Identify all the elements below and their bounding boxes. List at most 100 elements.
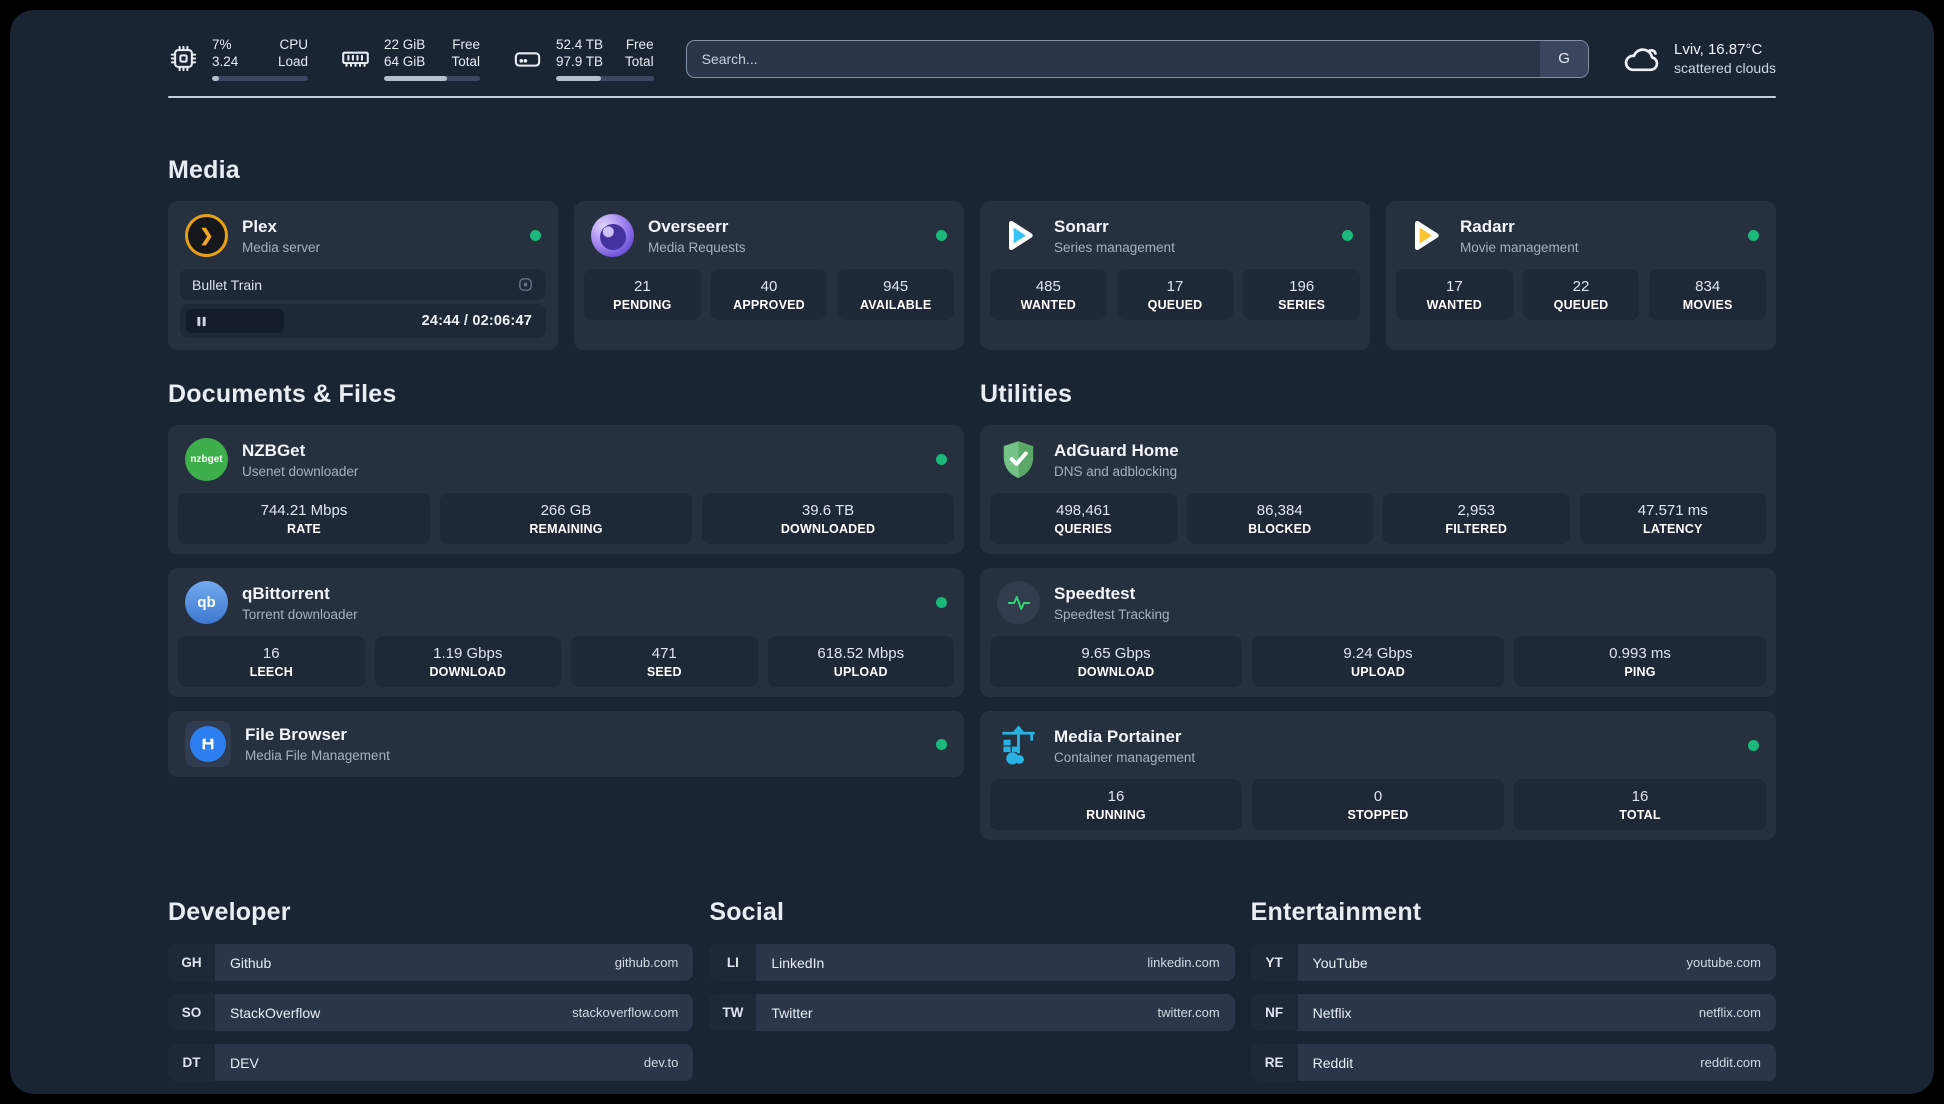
cpu-load-value: 3.24 bbox=[212, 54, 239, 69]
app-card-overseerr[interactable]: Overseerr Media Requests 21 PENDING 40 APP… bbox=[574, 201, 964, 350]
stat-queued: 17 QUEUED bbox=[1116, 269, 1234, 320]
bookmark-linkedin[interactable]: LI LinkedIn linkedin.com bbox=[709, 944, 1235, 981]
stat-download: 9.65 Gbps DOWNLOAD bbox=[990, 636, 1242, 687]
cpu-usage-value: 7% bbox=[212, 37, 232, 52]
app-name: Overseerr bbox=[648, 216, 729, 236]
weather-condition: scattered clouds bbox=[1674, 60, 1776, 76]
stat-approved: 40 APPROVED bbox=[710, 269, 828, 320]
now-playing-title: Bullet Train bbox=[192, 276, 263, 293]
media-grid: ❯ Plex Media server Bullet Train 24:44 /… bbox=[168, 201, 1776, 350]
dashboard: 7% 3.24 CPU Load 22 GiB 64 GiB Free Tota… bbox=[10, 10, 1934, 1094]
stat-movies: 834 MOVIES bbox=[1649, 269, 1767, 320]
portainer-icon bbox=[997, 724, 1040, 767]
stat-seed: 471 SEED bbox=[571, 636, 758, 687]
stat-wanted: 485 WANTED bbox=[990, 269, 1107, 320]
memory-free-label: Free bbox=[452, 37, 480, 52]
stat-downloaded: 39.6 TB DOWNLOADED bbox=[702, 493, 954, 544]
section-title-utilities: Utilities bbox=[980, 380, 1073, 408]
app-card-speedtest[interactable]: Speedtest Speedtest Tracking 9.65 Gbps DO… bbox=[980, 568, 1776, 697]
filebrowser-icon bbox=[185, 721, 231, 767]
app-card-qbittorrent[interactable]: qb qBittorrent Torrent downloader 16 LEEC… bbox=[168, 568, 964, 697]
now-playing-widget: Bullet Train 24:44 / 02:06:47 bbox=[180, 269, 546, 338]
disc-icon[interactable] bbox=[517, 276, 534, 293]
bookmark-stackoverflow[interactable]: SO StackOverflow stackoverflow.com bbox=[168, 994, 694, 1031]
qbittorrent-icon: qb bbox=[185, 581, 228, 624]
stat-total: 16 TOTAL bbox=[1514, 779, 1766, 830]
app-name: qBittorrent bbox=[242, 583, 330, 603]
playback-time: 24:44 / 02:06:47 bbox=[421, 313, 532, 329]
storage-total-label: Total bbox=[625, 54, 654, 69]
stat-available: 945 AVAILABLE bbox=[837, 269, 955, 320]
disk-icon bbox=[512, 43, 543, 74]
bookmark-twitter[interactable]: TW Twitter twitter.com bbox=[709, 994, 1235, 1031]
stat-leech: 16 LEECH bbox=[178, 636, 365, 687]
stat-wanted: 17 WANTED bbox=[1396, 269, 1513, 320]
bookmark-youtube[interactable]: YT YouTube youtube.com bbox=[1250, 944, 1776, 981]
top-bar: 7% 3.24 CPU Load 22 GiB 64 GiB Free Tota… bbox=[168, 36, 1776, 81]
app-card-nzbget[interactable]: nzbget NZBGet Usenet downloader 744.21 M… bbox=[168, 425, 964, 554]
stat-upload: 9.24 Gbps UPLOAD bbox=[1252, 636, 1504, 687]
section-title-social: Social bbox=[709, 898, 785, 926]
app-desc: DNS and adblocking bbox=[1054, 463, 1178, 479]
bookmark-name: Netflix bbox=[1312, 1004, 1352, 1021]
bookmark-abbr: LI bbox=[709, 944, 757, 981]
stat-filtered: 2,953 FILTERED bbox=[1383, 493, 1570, 544]
app-desc: Movie management bbox=[1460, 239, 1579, 255]
app-desc: Media server bbox=[242, 239, 321, 255]
app-card-sonarr[interactable]: Sonarr Series management 485 WANTED 17 QUE… bbox=[980, 201, 1370, 350]
bookmark-url: dev.to bbox=[643, 1055, 679, 1070]
app-desc: Usenet downloader bbox=[242, 463, 359, 479]
stat-blocked: 86,384 BLOCKED bbox=[1186, 493, 1373, 544]
search-engine-button[interactable]: G bbox=[1540, 40, 1589, 77]
bookmark-name: LinkedIn bbox=[771, 954, 825, 971]
cpu-icon bbox=[168, 43, 199, 74]
bookmark-url: linkedin.com bbox=[1147, 955, 1220, 970]
cloud-icon bbox=[1621, 39, 1661, 79]
bookmark-abbr: SO bbox=[168, 994, 215, 1031]
bookmark-netflix[interactable]: NF Netflix netflix.com bbox=[1250, 994, 1776, 1031]
bookmark-url: stackoverflow.com bbox=[572, 1005, 679, 1020]
memory-free-value: 22 GiB bbox=[384, 37, 426, 52]
stat-rate: 744.21 Mbps RATE bbox=[178, 493, 430, 544]
section-title-developer: Developer bbox=[168, 898, 291, 926]
cpu-load-label: Load bbox=[277, 54, 308, 69]
status-online-dot bbox=[1748, 230, 1759, 241]
entertainment-column: Entertainment YT YouTube youtube.com NF … bbox=[1250, 898, 1776, 1081]
storage-progress-bar bbox=[556, 76, 654, 81]
storage-total-value: 97.9 TB bbox=[556, 54, 604, 69]
bookmark-name: Github bbox=[230, 954, 272, 971]
bookmark-dev[interactable]: DT DEV dev.to bbox=[168, 1044, 694, 1081]
app-card-portainer[interactable]: Media Portainer Container management 16 R… bbox=[980, 711, 1776, 840]
bookmark-github[interactable]: GH Github github.com bbox=[168, 944, 694, 981]
app-name: Media Portainer bbox=[1054, 726, 1182, 746]
app-card-adguard[interactable]: AdGuard Home DNS and adblocking 498,461 Q… bbox=[980, 425, 1776, 554]
app-card-plex[interactable]: ❯ Plex Media server Bullet Train 24:44 /… bbox=[168, 201, 558, 350]
pause-button[interactable] bbox=[186, 309, 284, 333]
app-card-filebrowser[interactable]: File Browser Media File Management bbox=[168, 711, 964, 777]
stat-pending: 21 PENDING bbox=[584, 269, 701, 320]
app-name: Sonarr bbox=[1054, 216, 1109, 236]
adguard-icon bbox=[997, 438, 1040, 481]
search-input[interactable] bbox=[686, 40, 1541, 77]
bookmark-name: Reddit bbox=[1312, 1054, 1354, 1071]
speedtest-icon bbox=[997, 581, 1040, 624]
section-title-documents: Documents & Files bbox=[168, 380, 397, 408]
status-online-dot bbox=[936, 597, 947, 608]
app-name: File Browser bbox=[245, 725, 348, 744]
status-online-dot bbox=[1342, 230, 1353, 241]
stat-latency: 47.571 ms LATENCY bbox=[1579, 493, 1766, 544]
memory-progress-bar bbox=[384, 76, 480, 81]
status-online-dot bbox=[936, 454, 947, 465]
stat-ping: 0.993 ms PING bbox=[1514, 636, 1766, 687]
bookmark-reddit[interactable]: RE Reddit reddit.com bbox=[1250, 1044, 1776, 1081]
system-stats: 7% 3.24 CPU Load 22 GiB 64 GiB Free Tota… bbox=[168, 36, 654, 81]
app-card-radarr[interactable]: Radarr Movie management 17 WANTED 22 QUEUE… bbox=[1386, 201, 1776, 350]
stat-running: 16 RUNNING bbox=[990, 779, 1242, 830]
stat-queries: 498,461 QUERIES bbox=[990, 493, 1177, 544]
utilities-column: Utilities AdGuard Home DNS and adblockin… bbox=[980, 380, 1776, 840]
cpu-stat: 7% 3.24 CPU Load bbox=[168, 36, 308, 81]
ram-icon bbox=[340, 43, 371, 74]
app-name: AdGuard Home bbox=[1054, 440, 1179, 460]
bookmark-url: youtube.com bbox=[1686, 955, 1761, 970]
stat-upload: 618.52 Mbps UPLOAD bbox=[767, 636, 954, 687]
